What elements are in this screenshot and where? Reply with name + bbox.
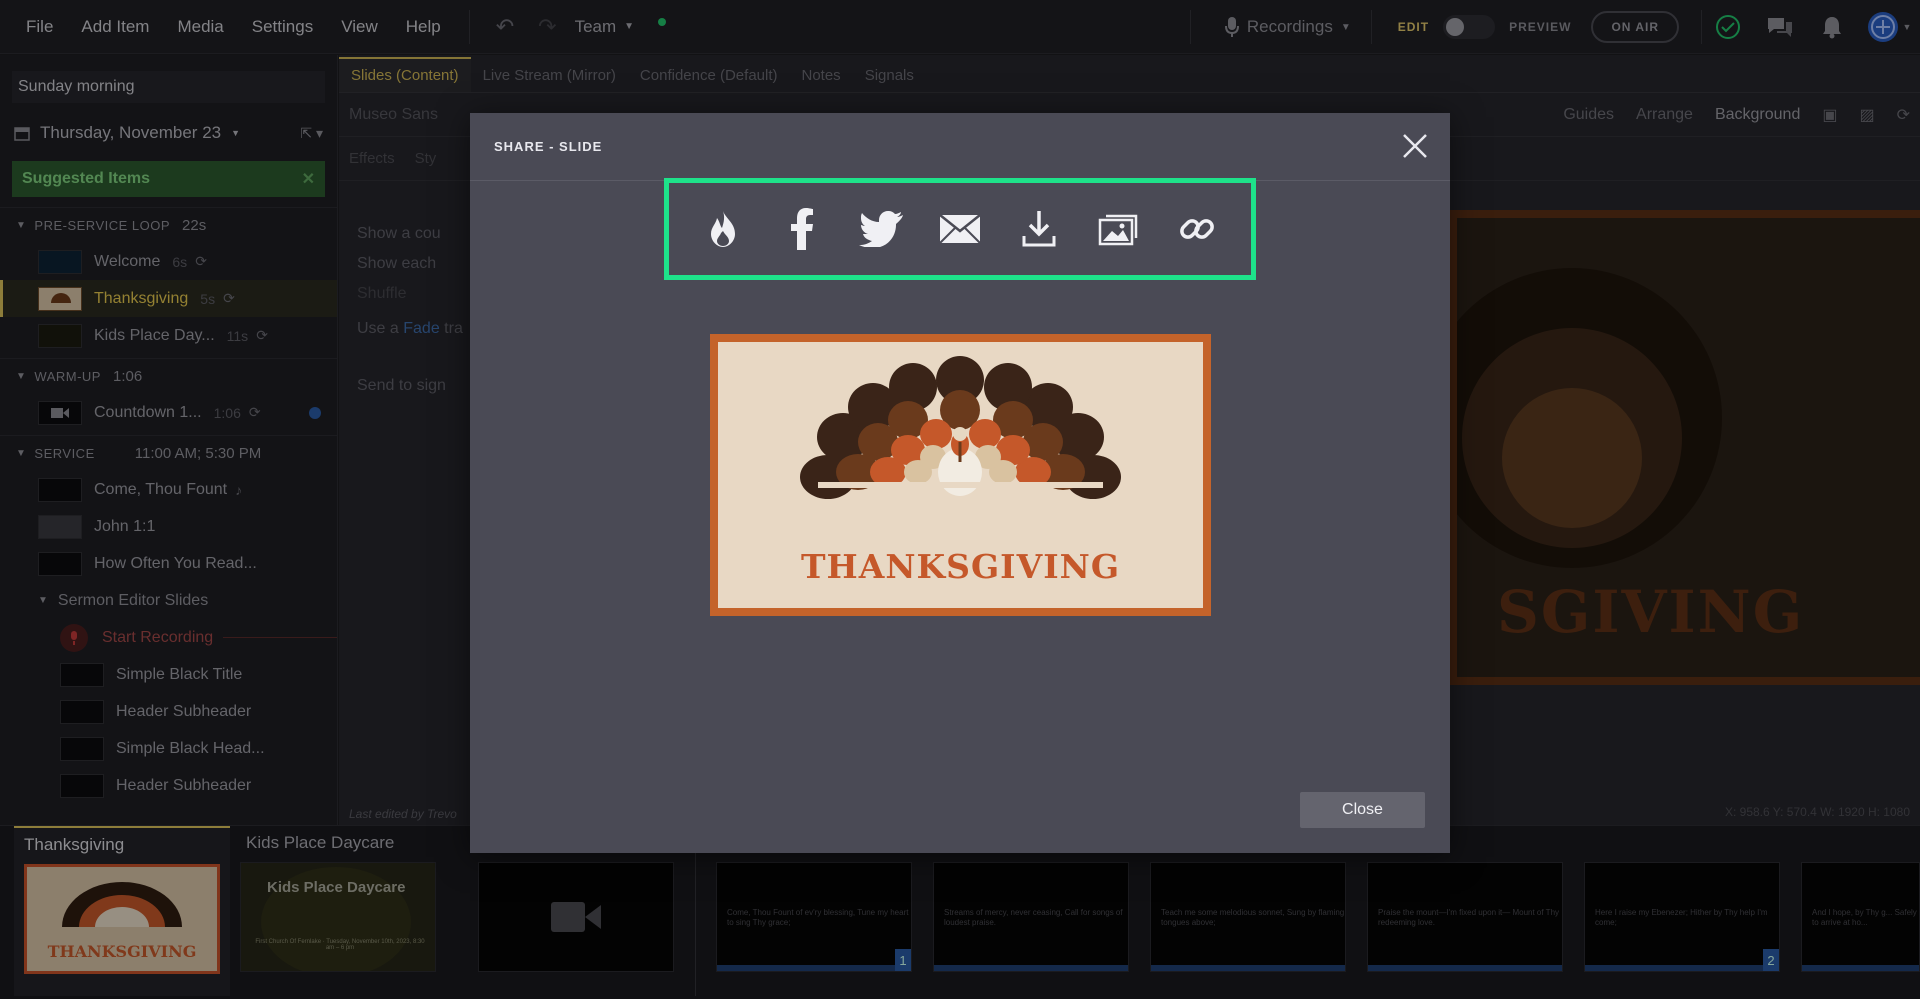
share-slide-dialog: SHARE - SLIDE THANKSGIVING Close bbox=[470, 113, 1450, 853]
dialog-header: SHARE - SLIDE bbox=[470, 113, 1450, 181]
share-options-row bbox=[664, 178, 1256, 280]
twitter-icon[interactable] bbox=[857, 205, 905, 253]
flame-icon[interactable] bbox=[699, 205, 747, 253]
dialog-title: SHARE - SLIDE bbox=[494, 139, 603, 154]
facebook-icon[interactable] bbox=[778, 205, 826, 253]
email-icon[interactable] bbox=[936, 205, 984, 253]
link-icon[interactable] bbox=[1173, 205, 1221, 253]
image-icon[interactable] bbox=[1094, 205, 1142, 253]
slide-preview-canvas: THANKSGIVING bbox=[718, 342, 1203, 608]
close-button[interactable]: Close bbox=[1300, 792, 1425, 828]
close-icon[interactable] bbox=[1400, 131, 1430, 161]
turkey-illustration bbox=[800, 356, 1121, 499]
slide-title-text: THANKSGIVING bbox=[800, 547, 1121, 586]
download-icon[interactable] bbox=[1015, 205, 1063, 253]
slide-preview: THANKSGIVING bbox=[710, 334, 1211, 616]
